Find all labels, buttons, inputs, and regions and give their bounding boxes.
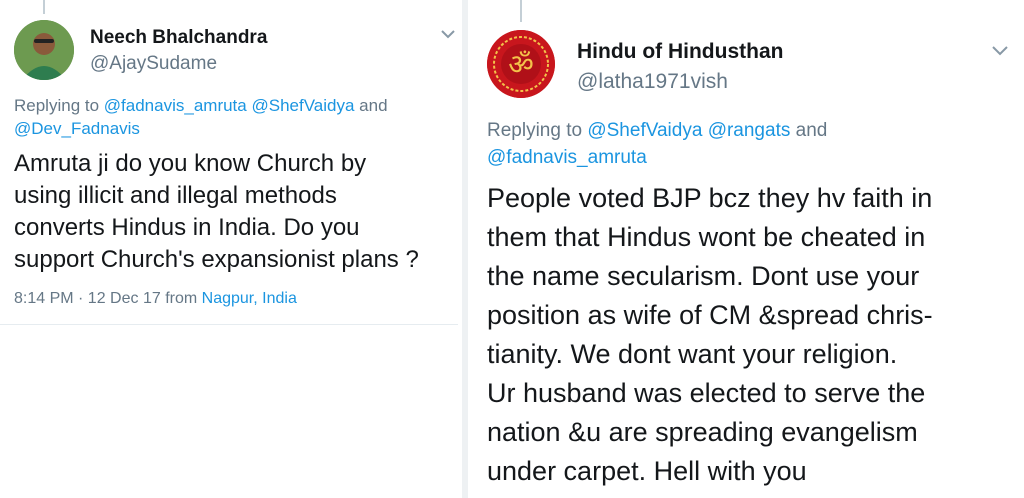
author-handle[interactable]: @latha1971vish — [577, 70, 728, 94]
om-logo-icon: ॐ — [487, 30, 555, 98]
tweet-text-line: position as wife of CM &spread chris- — [487, 300, 933, 330]
tweet-text-line: under carpet. Hell with you — [487, 456, 807, 486]
tweet-text-line: nation &u are spreading evangelism — [487, 417, 918, 447]
replying-to-line: Replying to @fadnavis_amruta @ShefVaidya… — [14, 96, 388, 116]
mention-link[interactable]: @Dev_Fadnavis — [14, 119, 140, 138]
thread-connector — [43, 0, 45, 14]
mention-link[interactable]: @fadnavis_amruta — [487, 147, 647, 168]
replying-to-label: Replying to — [487, 120, 583, 141]
left-tweet-card: Neech Bhalchandra @AjaySudame Replying t… — [0, 0, 460, 498]
replying-to-line-2: @Dev_Fadnavis — [14, 119, 140, 139]
replying-to-line: Replying to @ShefVaidya @rangats and — [487, 120, 827, 142]
divider-line — [0, 324, 458, 325]
tweet-text-line: People voted BJP bcz they hv faith in — [487, 183, 933, 213]
chevron-down-icon[interactable] — [440, 28, 456, 40]
mention-link[interactable]: @ShefVaidya — [251, 96, 354, 115]
replying-and-label: and — [795, 120, 828, 141]
tweet-text-line: Ur husband was elected to serve the — [487, 378, 926, 408]
om-glyph: ॐ — [508, 48, 534, 81]
thread-connector — [520, 0, 522, 22]
replying-to-line-2: @fadnavis_amruta — [487, 147, 647, 169]
mention-link[interactable]: @rangats — [708, 120, 791, 141]
tweet-text-line: the name secularism. Dont use your — [487, 261, 920, 291]
person-avatar-image — [14, 20, 74, 80]
author-handle[interactable]: @AjaySudame — [90, 53, 217, 75]
location-link[interactable]: Nagpur, India — [202, 290, 297, 307]
mention-link[interactable]: @fadnavis_amruta — [104, 96, 247, 115]
avatar[interactable] — [14, 20, 74, 80]
replying-to-label: Replying to — [14, 96, 100, 115]
tweet-meta: 8:14 PM · 12 Dec 17 from Nagpur, India — [14, 290, 297, 308]
replying-and-label: and — [359, 96, 388, 115]
from-label: from — [165, 290, 198, 307]
tweet-text-line: using illicit and illegal methods — [14, 182, 337, 209]
tweet-text-line: tianity. We dont want your religion. — [487, 339, 898, 369]
timestamp[interactable]: 8:14 PM · 12 Dec 17 — [14, 290, 161, 307]
author-name[interactable]: Neech Bhalchandra — [90, 27, 267, 49]
mention-link[interactable]: @ShefVaidya — [587, 120, 702, 141]
tweet-text-line: them that Hindus wont be cheated in — [487, 222, 926, 252]
tweet-text-line: Amruta ji do you know Church by — [14, 150, 367, 177]
author-name[interactable]: Hindu of Hindusthan — [577, 40, 783, 64]
right-tweet-card: ॐ Hindu of Hindusthan @latha1971vish Rep… — [470, 0, 1024, 498]
avatar[interactable]: ॐ — [487, 30, 555, 98]
chevron-down-icon[interactable] — [991, 44, 1009, 57]
panel-separator — [462, 0, 468, 498]
tweet-text-line: support Church's expansionist plans ? — [14, 246, 419, 273]
tweet-text-line: converts Hindus in India. Do you — [14, 214, 360, 241]
